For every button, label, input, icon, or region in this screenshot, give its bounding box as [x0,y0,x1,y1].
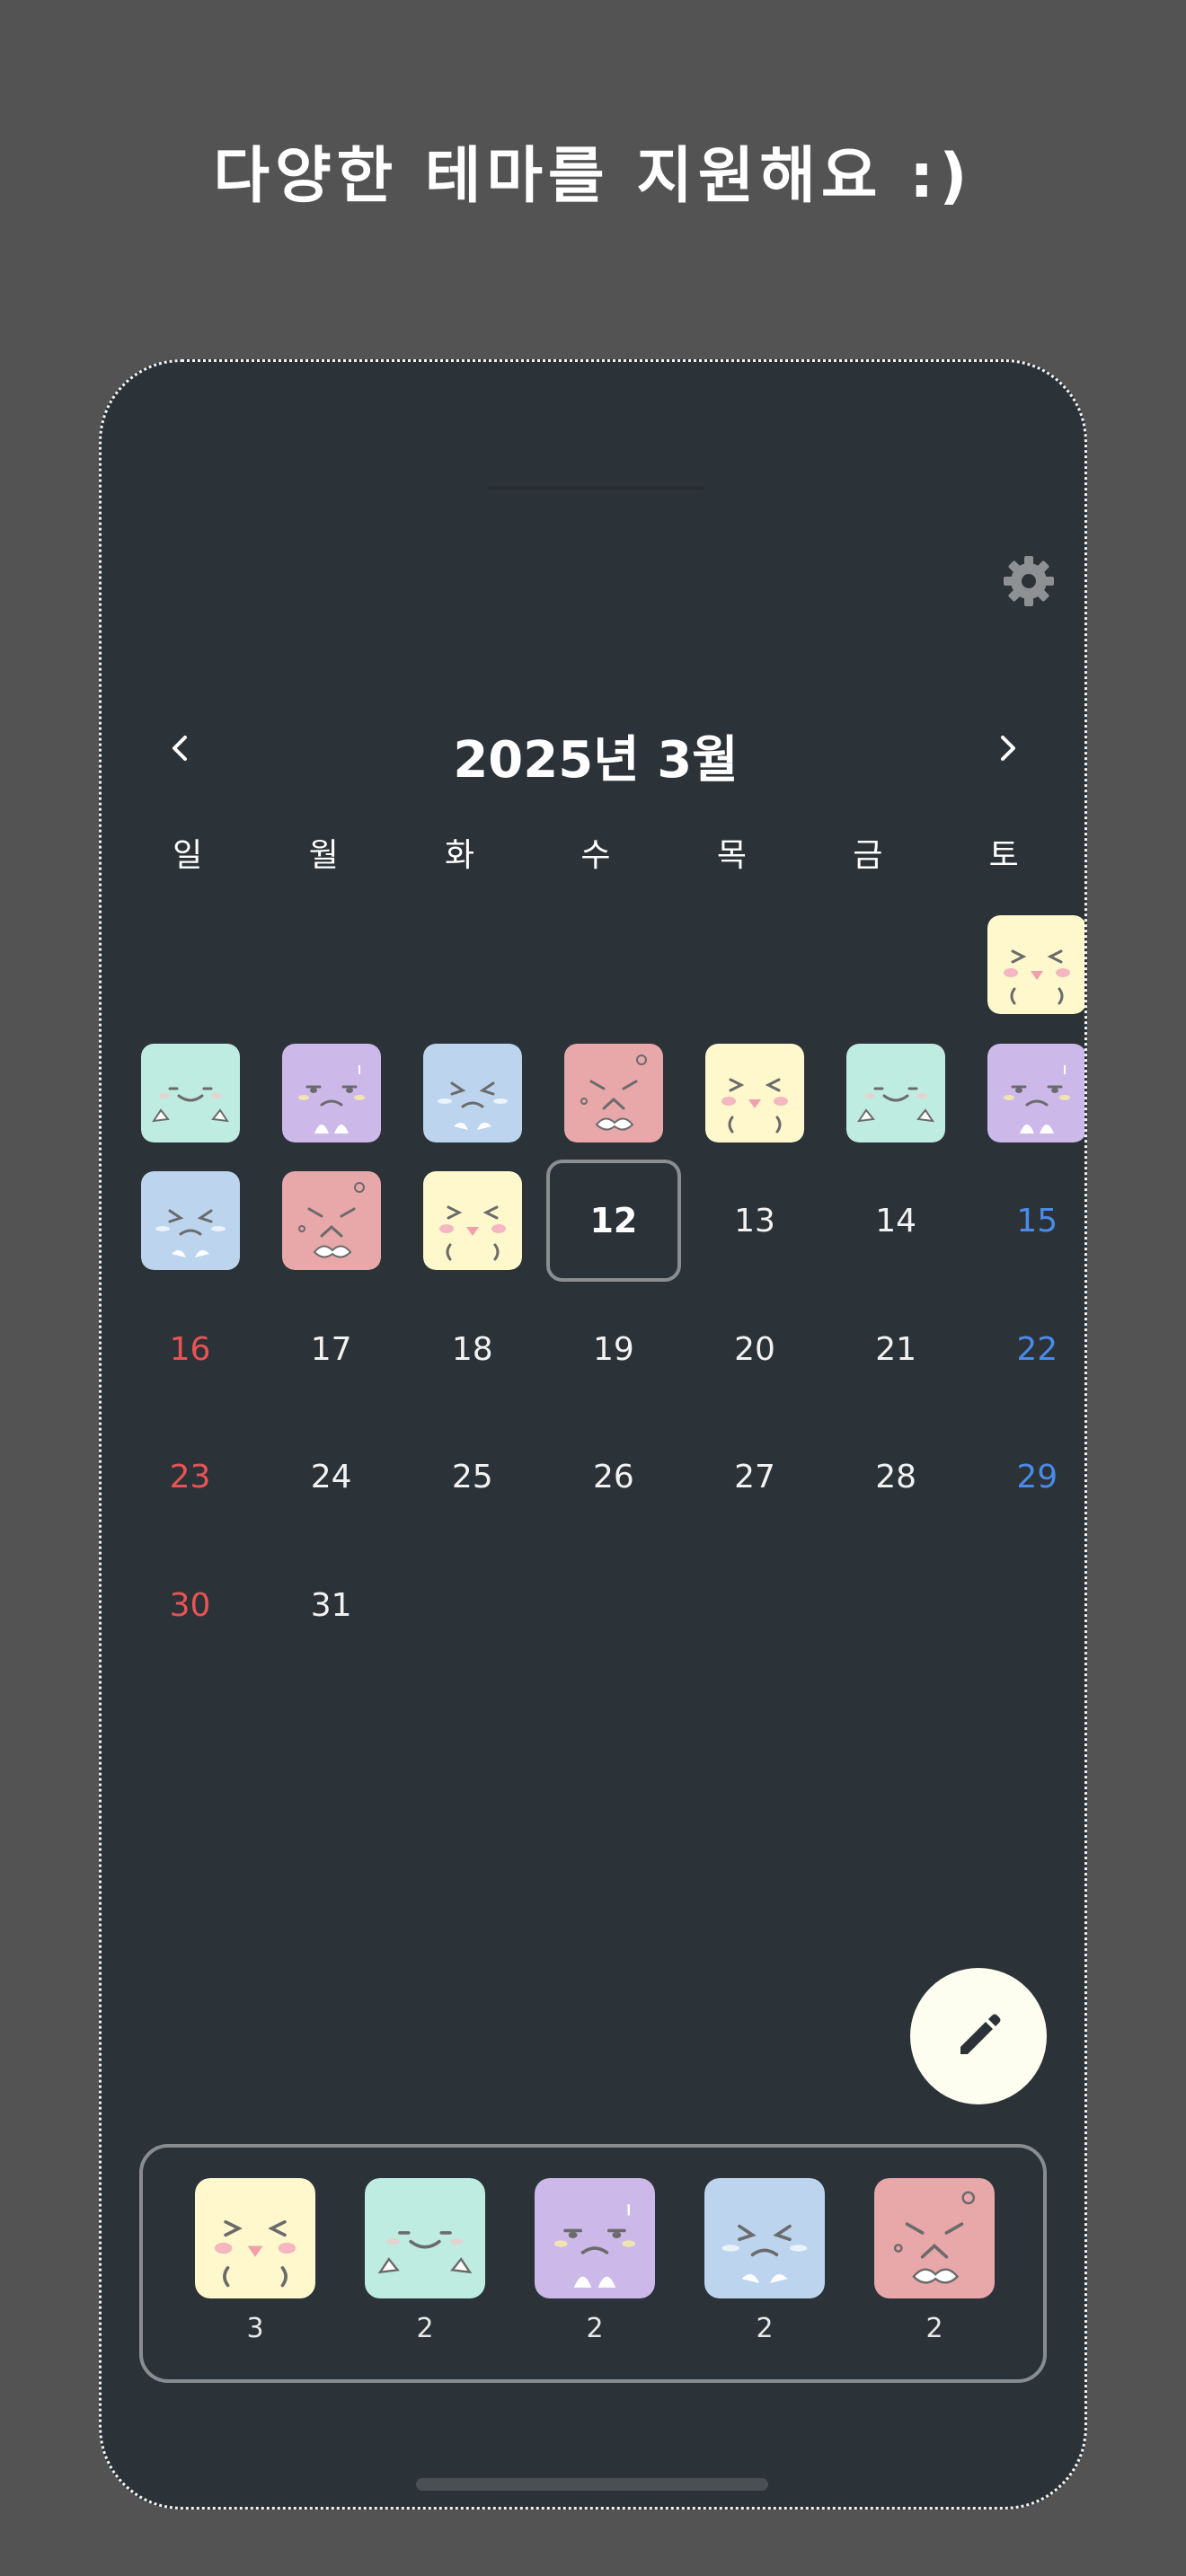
calendar-day[interactable] [402,1029,543,1158]
month-header: 2025년 3월 [102,703,1084,793]
day-number: 21 [875,1330,917,1368]
mood-summary-item[interactable]: 2 [874,2178,995,2344]
day-number: 25 [451,1459,493,1496]
calendar-day[interactable]: 23 [119,1413,261,1541]
calendar-day[interactable]: 13 [685,1157,826,1285]
mood-annoyed-icon [535,2178,655,2298]
calendar-day[interactable]: 14 [826,1157,967,1285]
mood-count: 2 [925,2313,943,2344]
calendar-day[interactable]: 16 [119,1285,261,1414]
mood-happy-icon [705,1043,805,1142]
day-number: 28 [875,1459,917,1496]
calendar-day[interactable] [826,1029,967,1158]
day-number: 26 [593,1459,634,1496]
calendar-day[interactable]: 29 [967,1413,1084,1541]
mood-count: 2 [586,2313,604,2344]
calendar-day[interactable] [261,1157,402,1285]
mood-summary: 3 2 2 2 2 [139,2144,1047,2383]
day-number: 23 [169,1459,211,1496]
calendar-day[interactable]: 17 [261,1285,402,1414]
day-number: 14 [875,1202,917,1239]
calendar-day[interactable]: 20 [685,1285,826,1414]
calendar-day[interactable]: 28 [826,1413,967,1541]
status-bar-notch [488,486,704,490]
calendar-day[interactable] [119,1029,261,1158]
day-number: 31 [310,1586,352,1624]
mood-summary-item[interactable]: 2 [365,2178,485,2344]
write-diary-button[interactable] [910,1968,1047,2104]
phone-frame: 2025년 3월 일 월 화 수 목 금 토 12 13 14 15 16 17… [99,359,1087,2510]
chevron-right-icon[interactable] [982,723,1032,773]
day-number: 12 [589,1201,638,1241]
day-number: 15 [1016,1202,1058,1239]
mood-summary-item[interactable]: 2 [704,2178,825,2344]
mood-happy-icon [422,1171,522,1271]
calendar-day[interactable] [402,1157,543,1285]
day-number: 22 [1016,1330,1058,1368]
day-number: 19 [593,1330,634,1368]
calendar-day[interactable] [261,1029,402,1158]
calendar-day[interactable]: 27 [685,1413,826,1541]
calendar-day[interactable]: 26 [543,1413,684,1541]
calendar-day[interactable]: 31 [261,1541,402,1670]
calendar-day[interactable] [967,1029,1084,1158]
day-number: 18 [451,1330,493,1368]
gear-icon[interactable] [1000,552,1058,610]
mood-angry-icon [874,2178,995,2298]
mood-summary-item[interactable]: 2 [535,2178,655,2344]
calendar-day[interactable]: 30 [119,1541,261,1670]
weekday-label: 토 [988,837,1019,874]
day-number: 13 [734,1202,775,1239]
mood-calm-icon [140,1043,240,1142]
weekday-label: 목 [716,837,747,874]
month-title: 2025년 3월 [453,731,739,790]
weekday-label: 화 [444,837,475,874]
weekday-label: 월 [308,837,339,874]
calendar-day[interactable]: 12 [543,1157,684,1285]
mood-sad-icon [422,1043,522,1142]
day-number: 17 [310,1330,352,1368]
home-indicator [416,2478,768,2491]
calendar-day[interactable]: 21 [826,1285,967,1414]
today-highlight: 12 [545,1160,681,1283]
mood-happy-icon [195,2178,315,2298]
day-number: 29 [1016,1459,1058,1496]
mood-angry-icon [563,1043,663,1142]
mood-annoyed-icon [987,1043,1084,1142]
calendar-day[interactable] [119,1157,261,1285]
weekday-label: 금 [853,837,883,874]
mood-summary-item[interactable]: 3 [195,2178,315,2344]
mood-happy-icon [987,915,1084,1015]
mood-angry-icon [281,1171,381,1271]
calendar-day[interactable]: 22 [967,1285,1084,1414]
mood-sad-icon [140,1171,240,1271]
day-number: 30 [169,1586,211,1624]
day-number: 24 [310,1459,352,1496]
day-number: 20 [734,1330,775,1368]
pencil-icon [960,2014,1001,2054]
mood-annoyed-icon [281,1043,381,1142]
calendar-day[interactable]: 25 [402,1413,543,1541]
day-number: 27 [734,1459,775,1496]
weekday-label: 일 [173,837,203,874]
mood-count: 2 [756,2313,774,2344]
calendar-day[interactable]: 18 [402,1285,543,1414]
headline: 다양한 테마를 지원해요 :) [213,141,973,212]
calendar-day[interactable] [543,1029,684,1158]
calendar-day[interactable] [685,1029,826,1158]
mood-count: 3 [246,2313,264,2344]
mood-calm-icon [365,2178,485,2298]
calendar-grid: 12 13 14 15 16 17 18 19 20 21 22 23 24 25 26 27 28 29 30 31 [119,901,1084,1670]
weekday-header: 일 월 화 수 목 금 토 [119,829,1072,883]
calendar-day[interactable]: 15 [967,1157,1084,1285]
calendar-day[interactable]: 19 [543,1285,684,1414]
mood-calm-icon [846,1043,946,1142]
calendar-day[interactable]: 24 [261,1413,402,1541]
weekday-label: 수 [580,837,611,874]
mood-count: 2 [416,2313,434,2344]
calendar-day[interactable] [967,901,1084,1029]
day-number: 16 [169,1330,211,1368]
mood-sad-icon [704,2178,825,2298]
